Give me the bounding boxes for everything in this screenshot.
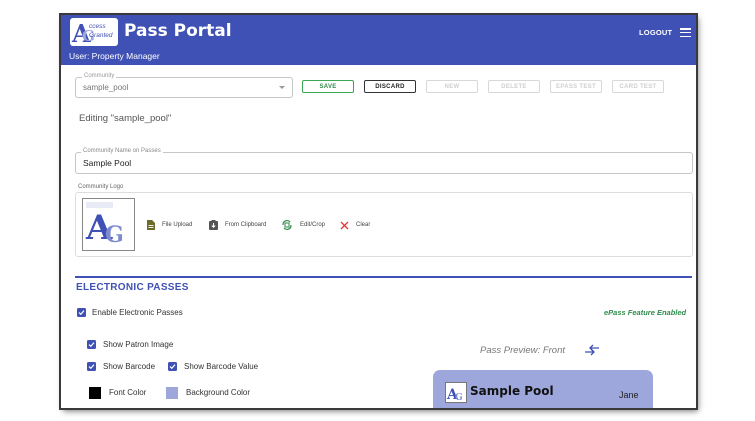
logo-text-bottom: Granted	[89, 32, 113, 39]
show-barcode-value-label: Show Barcode Value	[184, 362, 259, 371]
clear-label: Clear	[356, 222, 371, 228]
background-color-label: Background Color	[186, 388, 251, 397]
checkmark-icon	[88, 364, 95, 370]
user-role: User: Property Manager	[69, 51, 160, 61]
pass-logo: A G	[445, 382, 467, 403]
community-name-value: Sample Pool	[83, 158, 132, 168]
svg-text:G: G	[455, 393, 463, 402]
discard-button[interactable]: DISCARD	[364, 80, 416, 93]
file-icon	[147, 220, 155, 230]
save-button[interactable]: SAVE	[302, 80, 354, 93]
show-barcode-label: Show Barcode	[103, 362, 156, 371]
enable-electronic-passes-label: Enable Electronic Passes	[92, 308, 183, 317]
pass-preview-card: A G Sample Pool Jane	[433, 370, 653, 408]
community-select-label: Community	[82, 73, 117, 79]
electronic-passes-heading: ELECTRONIC PASSES	[76, 282, 189, 293]
checkmark-icon	[88, 342, 95, 348]
logout-button[interactable]: LOGOUT	[639, 28, 672, 37]
crop-rotate-icon	[282, 220, 292, 230]
checkmark-icon	[169, 364, 176, 370]
show-barcode-checkbox[interactable]	[87, 362, 96, 371]
dropdown-caret-icon	[279, 86, 285, 89]
show-barcode-value-checkbox[interactable]	[168, 362, 177, 371]
community-select-value: sample_pool	[83, 83, 129, 92]
font-color-swatch[interactable]	[89, 387, 101, 399]
community-select[interactable]: Community sample_pool	[75, 73, 293, 98]
app-title: Pass Portal	[124, 21, 232, 41]
clipboard-icon	[209, 220, 218, 230]
edit-crop-action[interactable]: Edit/Crop	[281, 218, 325, 232]
new-button[interactable]: NEW	[426, 80, 478, 93]
enable-electronic-passes-checkbox[interactable]	[77, 308, 86, 317]
logo-text-top: ccess	[89, 23, 106, 30]
file-upload-action[interactable]: File Upload	[147, 218, 192, 232]
community-logo-label: Community Logo	[78, 184, 124, 190]
edit-crop-label: Edit/Crop	[300, 222, 326, 228]
epass-test-button[interactable]: EPASS TEST	[550, 80, 602, 93]
editing-heading: Editing "sample_pool"	[79, 113, 172, 124]
card-test-button[interactable]: CARD TEST	[612, 80, 664, 93]
access-granted-logo: A G ccess Granted	[70, 18, 118, 46]
community-logo-panel: A G File Upload From Clipboard Edit/Crop…	[75, 192, 693, 257]
section-divider	[75, 276, 692, 278]
community-name-label: Community Name on Passes	[81, 148, 163, 154]
hamburger-menu-icon[interactable]	[680, 28, 691, 38]
show-patron-image-label: Show Patron Image	[103, 340, 174, 349]
delete-button[interactable]: DELETE	[488, 80, 540, 93]
checkmark-icon	[78, 310, 85, 316]
from-clipboard-action[interactable]: From Clipboard	[209, 218, 266, 232]
community-name-field[interactable]: Community Name on Passes Sample Pool	[75, 148, 693, 174]
font-color-label: Font Color	[109, 388, 147, 397]
background-color-swatch[interactable]	[166, 387, 178, 399]
pass-community-name: Sample Pool	[470, 384, 554, 398]
close-icon	[340, 221, 349, 229]
flip-pass-icon[interactable]	[583, 343, 601, 356]
show-patron-image-checkbox[interactable]	[87, 340, 96, 349]
pass-preview-title: Pass Preview: Front	[480, 345, 565, 356]
svg-text:G: G	[105, 222, 124, 248]
clear-action[interactable]: Clear	[340, 218, 370, 232]
file-upload-label: File Upload	[162, 222, 193, 228]
app-header: A G ccess Granted Pass Portal User: Prop…	[61, 15, 696, 65]
pass-patron-name: Jane	[619, 390, 639, 400]
community-logo-image: A G	[82, 198, 135, 251]
app-window: A G ccess Granted Pass Portal User: Prop…	[61, 15, 696, 408]
epass-status-text: ePass Feature Enabled	[604, 308, 687, 317]
from-clipboard-label: From Clipboard	[225, 222, 267, 228]
